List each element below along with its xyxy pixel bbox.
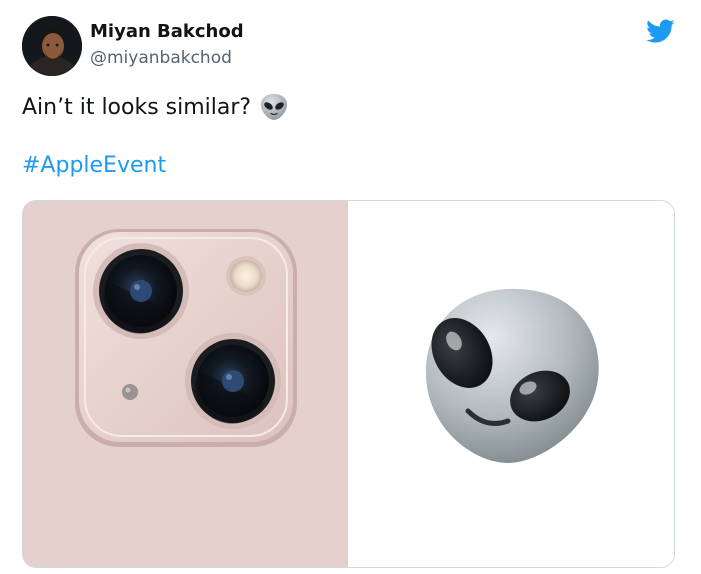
avatar-image (22, 16, 82, 76)
author-handle[interactable]: @miyanbakchod (90, 48, 232, 68)
tweet-text: Ain’t it looks similar? (22, 94, 252, 120)
alien-emoji-illustration (425, 288, 599, 463)
iphone-camera-illustration (23, 201, 348, 567)
twitter-bird-icon[interactable] (645, 16, 675, 46)
tweet-text-row: Ain’t it looks similar? (22, 92, 289, 122)
alien-emoji-image[interactable] (348, 201, 674, 567)
iphone-camera-image[interactable] (23, 201, 348, 567)
alien-emoji-icon (260, 94, 288, 120)
hashtag-link[interactable]: #AppleEvent (22, 153, 166, 178)
author-name[interactable]: Miyan Bakchod (90, 21, 244, 42)
tweet-media[interactable] (22, 200, 675, 568)
tweet-card: Miyan Bakchod @miyanbakchod Ain’t it loo… (0, 0, 701, 574)
avatar[interactable] (22, 16, 82, 76)
